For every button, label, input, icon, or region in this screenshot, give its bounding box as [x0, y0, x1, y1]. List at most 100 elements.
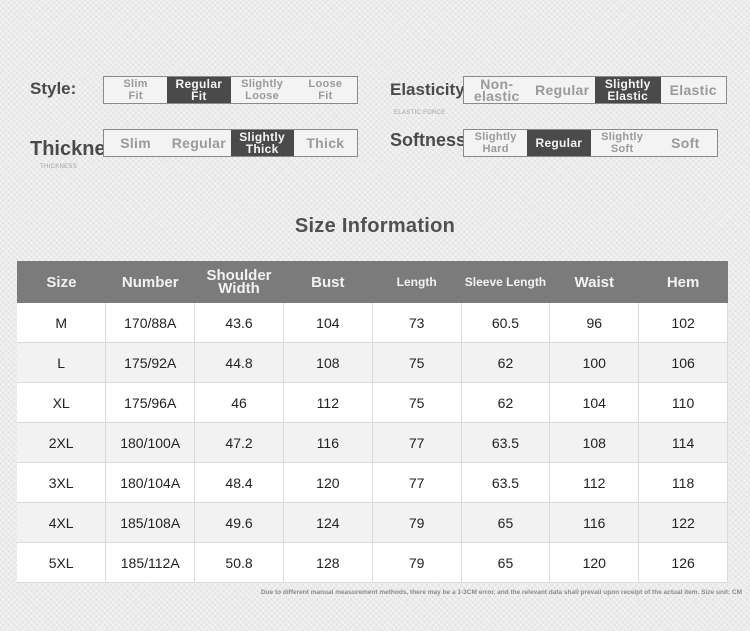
table-cell: 2XL [17, 422, 107, 463]
style-option-2: Slightly Loose [241, 78, 284, 102]
table-cell: 120 [549, 542, 640, 583]
table-cell: 43.6 [194, 303, 284, 343]
table-cell: 47.2 [194, 422, 284, 463]
table-cell: 185/112A [105, 542, 196, 583]
style-option-3: Loose Fit [308, 78, 343, 102]
softness-option-2: Slightly Soft [601, 131, 644, 155]
table-cell: 50.8 [194, 542, 284, 583]
table-cell: 62 [461, 382, 551, 423]
table-cell: 112 [283, 382, 373, 423]
header-size: Size [17, 261, 106, 303]
table-cell: 100 [549, 342, 640, 383]
table-cell: 77 [372, 422, 462, 463]
softness-scale: Slightly Hard Regular Slightly Soft Soft [463, 129, 718, 157]
thickness-sublabel: THICKNESS [40, 164, 78, 170]
table-cell: 77 [372, 462, 462, 503]
table-cell: 75 [372, 342, 462, 383]
thickness-option-0: Slim [120, 135, 151, 151]
table-cell: 124 [283, 502, 373, 543]
table-cell: 116 [549, 502, 640, 543]
table-cell: 79 [372, 542, 462, 583]
table-cell: 5XL [17, 542, 107, 583]
table-cell: 126 [638, 542, 728, 583]
style-option-1: Regular Fit [167, 77, 231, 103]
table-row: L 175/92A 44.8 108 75 62 100 106 [17, 342, 728, 383]
table-cell: 104 [283, 303, 373, 343]
table-cell: M [17, 303, 107, 343]
header-shoulder-width: Shoulder Width [194, 261, 284, 303]
table-cell: 175/92A [105, 342, 196, 383]
size-table-header: Size Number Shoulder Width Bust Length S… [17, 261, 728, 303]
table-cell: 175/96A [105, 382, 196, 423]
table-row: M 170/88A 43.6 104 73 60.5 96 102 [17, 303, 728, 343]
header-waist: Waist [549, 261, 639, 303]
table-cell: 108 [283, 342, 373, 383]
table-cell: 46 [194, 382, 284, 423]
elasticity-option-0: Non-elastic [473, 76, 520, 104]
table-cell: L [17, 342, 107, 383]
table-row: XL 175/96A 46 112 75 62 104 110 [17, 382, 728, 423]
size-table: Size Number Shoulder Width Bust Length S… [17, 261, 728, 583]
table-cell: 118 [638, 462, 728, 503]
softness-option-3: Soft [671, 135, 700, 151]
header-bust: Bust [283, 261, 373, 303]
thickness-option-1: Regular [171, 135, 226, 151]
table-row: 3XL 180/104A 48.4 120 77 63.5 112 118 [17, 462, 728, 503]
table-cell: 122 [638, 502, 728, 543]
table-cell: 75 [372, 382, 462, 423]
softness-label: Softness: [390, 130, 473, 150]
table-cell: 63.5 [461, 422, 551, 463]
elasticity-option-1: Regular [535, 82, 590, 98]
table-cell: 73 [372, 303, 462, 343]
table-cell: 180/104A [105, 462, 196, 503]
table-cell: 3XL [17, 462, 107, 503]
header-hem: Hem [638, 261, 728, 303]
measurement-note: Due to different manual measurement meth… [260, 589, 742, 596]
table-row: 2XL 180/100A 47.2 116 77 63.5 108 114 [17, 422, 728, 463]
elasticity-option-2: Slightly Elastic [595, 77, 661, 103]
table-cell: 104 [549, 382, 640, 423]
table-cell: 44.8 [194, 342, 284, 383]
elasticity-sublabel: ELASTIC FORCE [394, 110, 446, 116]
table-row: 4XL 185/108A 49.6 124 79 65 116 122 [17, 502, 728, 543]
table-cell: 185/108A [105, 502, 196, 543]
table-cell: 180/100A [105, 422, 196, 463]
table-cell: 170/88A [105, 303, 196, 343]
table-cell: 106 [638, 342, 728, 383]
table-cell: 63.5 [461, 462, 551, 503]
thickness-option-3: Thick [306, 135, 345, 151]
header-length: Length [372, 261, 462, 303]
table-cell: 110 [638, 382, 728, 423]
elasticity-scale: Non-elastic Regular Slightly Elastic Elasti… [463, 76, 727, 104]
table-cell: 60.5 [461, 303, 551, 343]
elasticity-option-3: Elastic [669, 82, 717, 98]
elasticity-label: Elasticity: [390, 80, 471, 99]
style-option-0: Slim Fit [123, 78, 148, 102]
table-cell: 112 [549, 462, 640, 503]
softness-option-0: Slightly Hard [474, 131, 517, 155]
size-information-title: Size Information [294, 215, 456, 237]
style-label: Style: [30, 79, 77, 98]
table-cell: 128 [283, 542, 373, 583]
table-row: 5XL 185/112A 50.8 128 79 65 120 126 [17, 542, 728, 583]
table-cell: 65 [461, 502, 551, 543]
table-cell: 65 [461, 542, 551, 583]
header-number: Number [105, 261, 195, 303]
table-cell: 108 [549, 422, 640, 463]
table-cell: 48.4 [194, 462, 284, 503]
table-cell: 4XL [17, 502, 107, 543]
softness-option-1: Regular [527, 130, 591, 156]
header-sleeve-length: Sleeve Length [461, 261, 550, 303]
table-cell: 79 [372, 502, 462, 543]
table-cell: 102 [638, 303, 728, 343]
thickness-option-2: Slightly Thick [230, 130, 294, 156]
table-cell: XL [17, 382, 107, 423]
table-cell: 114 [638, 422, 728, 463]
thickness-scale: Slim Regular Slightly Thick Thick [103, 129, 358, 157]
table-cell: 120 [283, 462, 373, 503]
style-scale: Slim Fit Regular Fit Slightly Loose Loose F… [103, 76, 358, 104]
table-cell: 116 [283, 422, 373, 463]
table-cell: 49.6 [194, 502, 284, 543]
table-cell: 62 [461, 342, 551, 383]
table-cell: 96 [549, 303, 640, 343]
